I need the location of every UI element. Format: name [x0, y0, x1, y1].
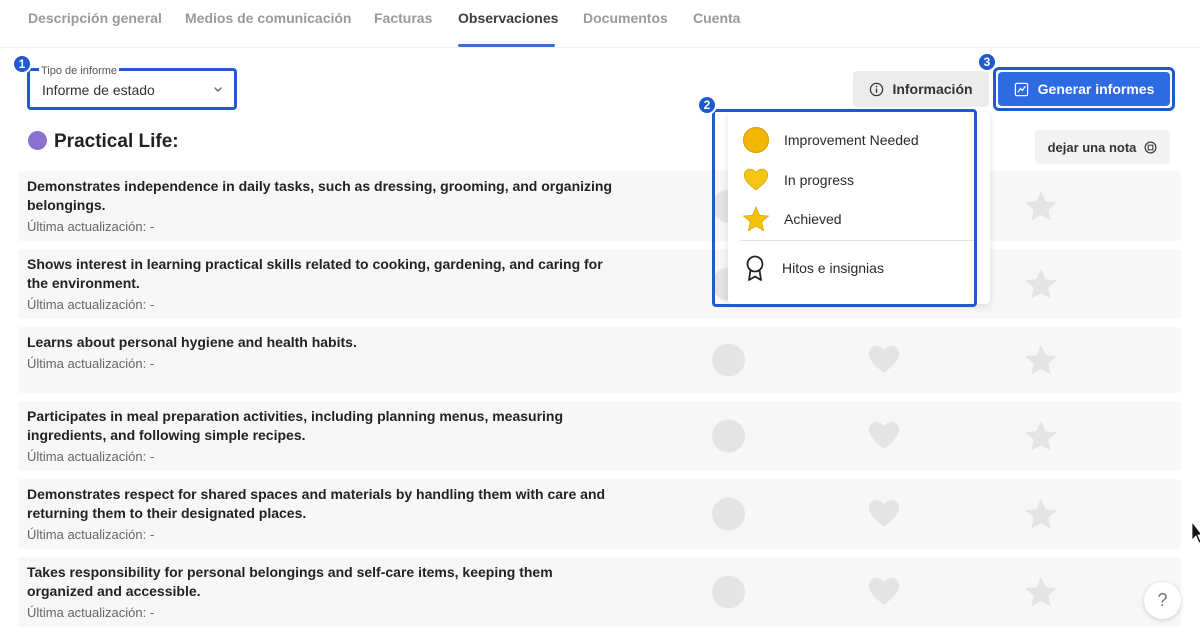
observation-text: Demonstrates independence in daily tasks… [27, 178, 613, 213]
star-icon[interactable] [1023, 342, 1059, 378]
legend-highlight [712, 109, 977, 307]
last-updated: Última actualización: - [27, 219, 155, 234]
heart-icon[interactable] [866, 418, 902, 454]
tab-observaciones[interactable]: Observaciones [458, 10, 558, 26]
section-color-dot [28, 131, 47, 150]
observation-text: Shows interest in learning practical ski… [27, 256, 603, 291]
observation-row: Demonstrates independence in daily tasks… [18, 171, 1181, 241]
star-icon[interactable] [1023, 266, 1059, 302]
rating-improvement-needed[interactable] [712, 497, 745, 531]
last-updated: Última actualización: - [27, 605, 155, 620]
last-updated: Última actualización: - [27, 449, 155, 464]
last-updated: Última actualización: - [27, 527, 155, 542]
report-type-select[interactable]: Tipo de informe Informe de estado [27, 65, 237, 110]
report-type-label: Tipo de informe [39, 65, 120, 77]
mouse-cursor-icon [1192, 522, 1200, 544]
observations-page: Descripción general Medios de comunicaci… [0, 0, 1200, 638]
tab-facturas[interactable]: Facturas [374, 10, 432, 26]
tab-descripcion-general[interactable]: Descripción general [28, 10, 162, 26]
rating-improvement-needed[interactable] [712, 343, 745, 377]
step-badge-1: 1 [12, 54, 32, 74]
rating-improvement-needed[interactable] [712, 575, 745, 609]
rating-improvement-needed[interactable] [712, 419, 745, 453]
leave-note-button[interactable]: dejar una nota [1035, 130, 1170, 164]
observation-row: Learns about personal hygiene and health… [18, 327, 1181, 393]
star-icon[interactable] [1023, 188, 1059, 224]
report-type-value: Informe de estado [42, 82, 155, 98]
generate-reports-highlight: Generar informes [993, 67, 1175, 111]
tab-documentos[interactable]: Documentos [583, 10, 668, 26]
star-icon[interactable] [1023, 574, 1059, 610]
generate-reports-label: Generar informes [1037, 81, 1155, 97]
info-button-label: Información [892, 81, 973, 97]
observation-row: Takes responsibility for personal belong… [18, 557, 1181, 627]
observation-row: Participates in meal preparation activit… [18, 401, 1181, 471]
last-updated: Última actualización: - [27, 356, 155, 371]
step-badge-2: 2 [697, 95, 717, 115]
leave-note-label: dejar una nota [1047, 139, 1137, 155]
tab-cuenta[interactable]: Cuenta [693, 10, 740, 26]
tab-medios-de-comunicacion[interactable]: Medios de comunicación [185, 10, 351, 26]
observation-text: Takes responsibility for personal belong… [27, 564, 553, 599]
observation-text: Demonstrates respect for shared spaces a… [27, 486, 606, 521]
generate-reports-button[interactable]: Generar informes [998, 72, 1170, 106]
observation-text: Learns about personal hygiene and health… [27, 334, 357, 350]
step-badge-3: 3 [977, 52, 997, 72]
help-button[interactable]: ? [1144, 582, 1181, 619]
heart-icon[interactable] [866, 496, 902, 532]
observation-row: Demonstrates respect for shared spaces a… [18, 479, 1181, 549]
heart-icon[interactable] [866, 574, 902, 610]
observation-row: Shows interest in learning practical ski… [18, 249, 1181, 319]
heart-icon[interactable] [866, 342, 902, 378]
note-icon [1144, 141, 1157, 153]
observation-text: Participates in meal preparation activit… [27, 408, 564, 443]
info-button[interactable]: Información [853, 71, 989, 107]
info-icon [870, 82, 884, 96]
star-icon[interactable] [1023, 496, 1059, 532]
star-icon[interactable] [1023, 418, 1059, 454]
chart-icon [1014, 82, 1028, 96]
last-updated: Última actualización: - [27, 297, 155, 312]
section-title: Practical Life: [54, 131, 179, 152]
tab-bar: Descripción general Medios de comunicaci… [0, 0, 1200, 48]
chevron-down-icon [214, 87, 222, 92]
active-tab-indicator [458, 44, 555, 47]
